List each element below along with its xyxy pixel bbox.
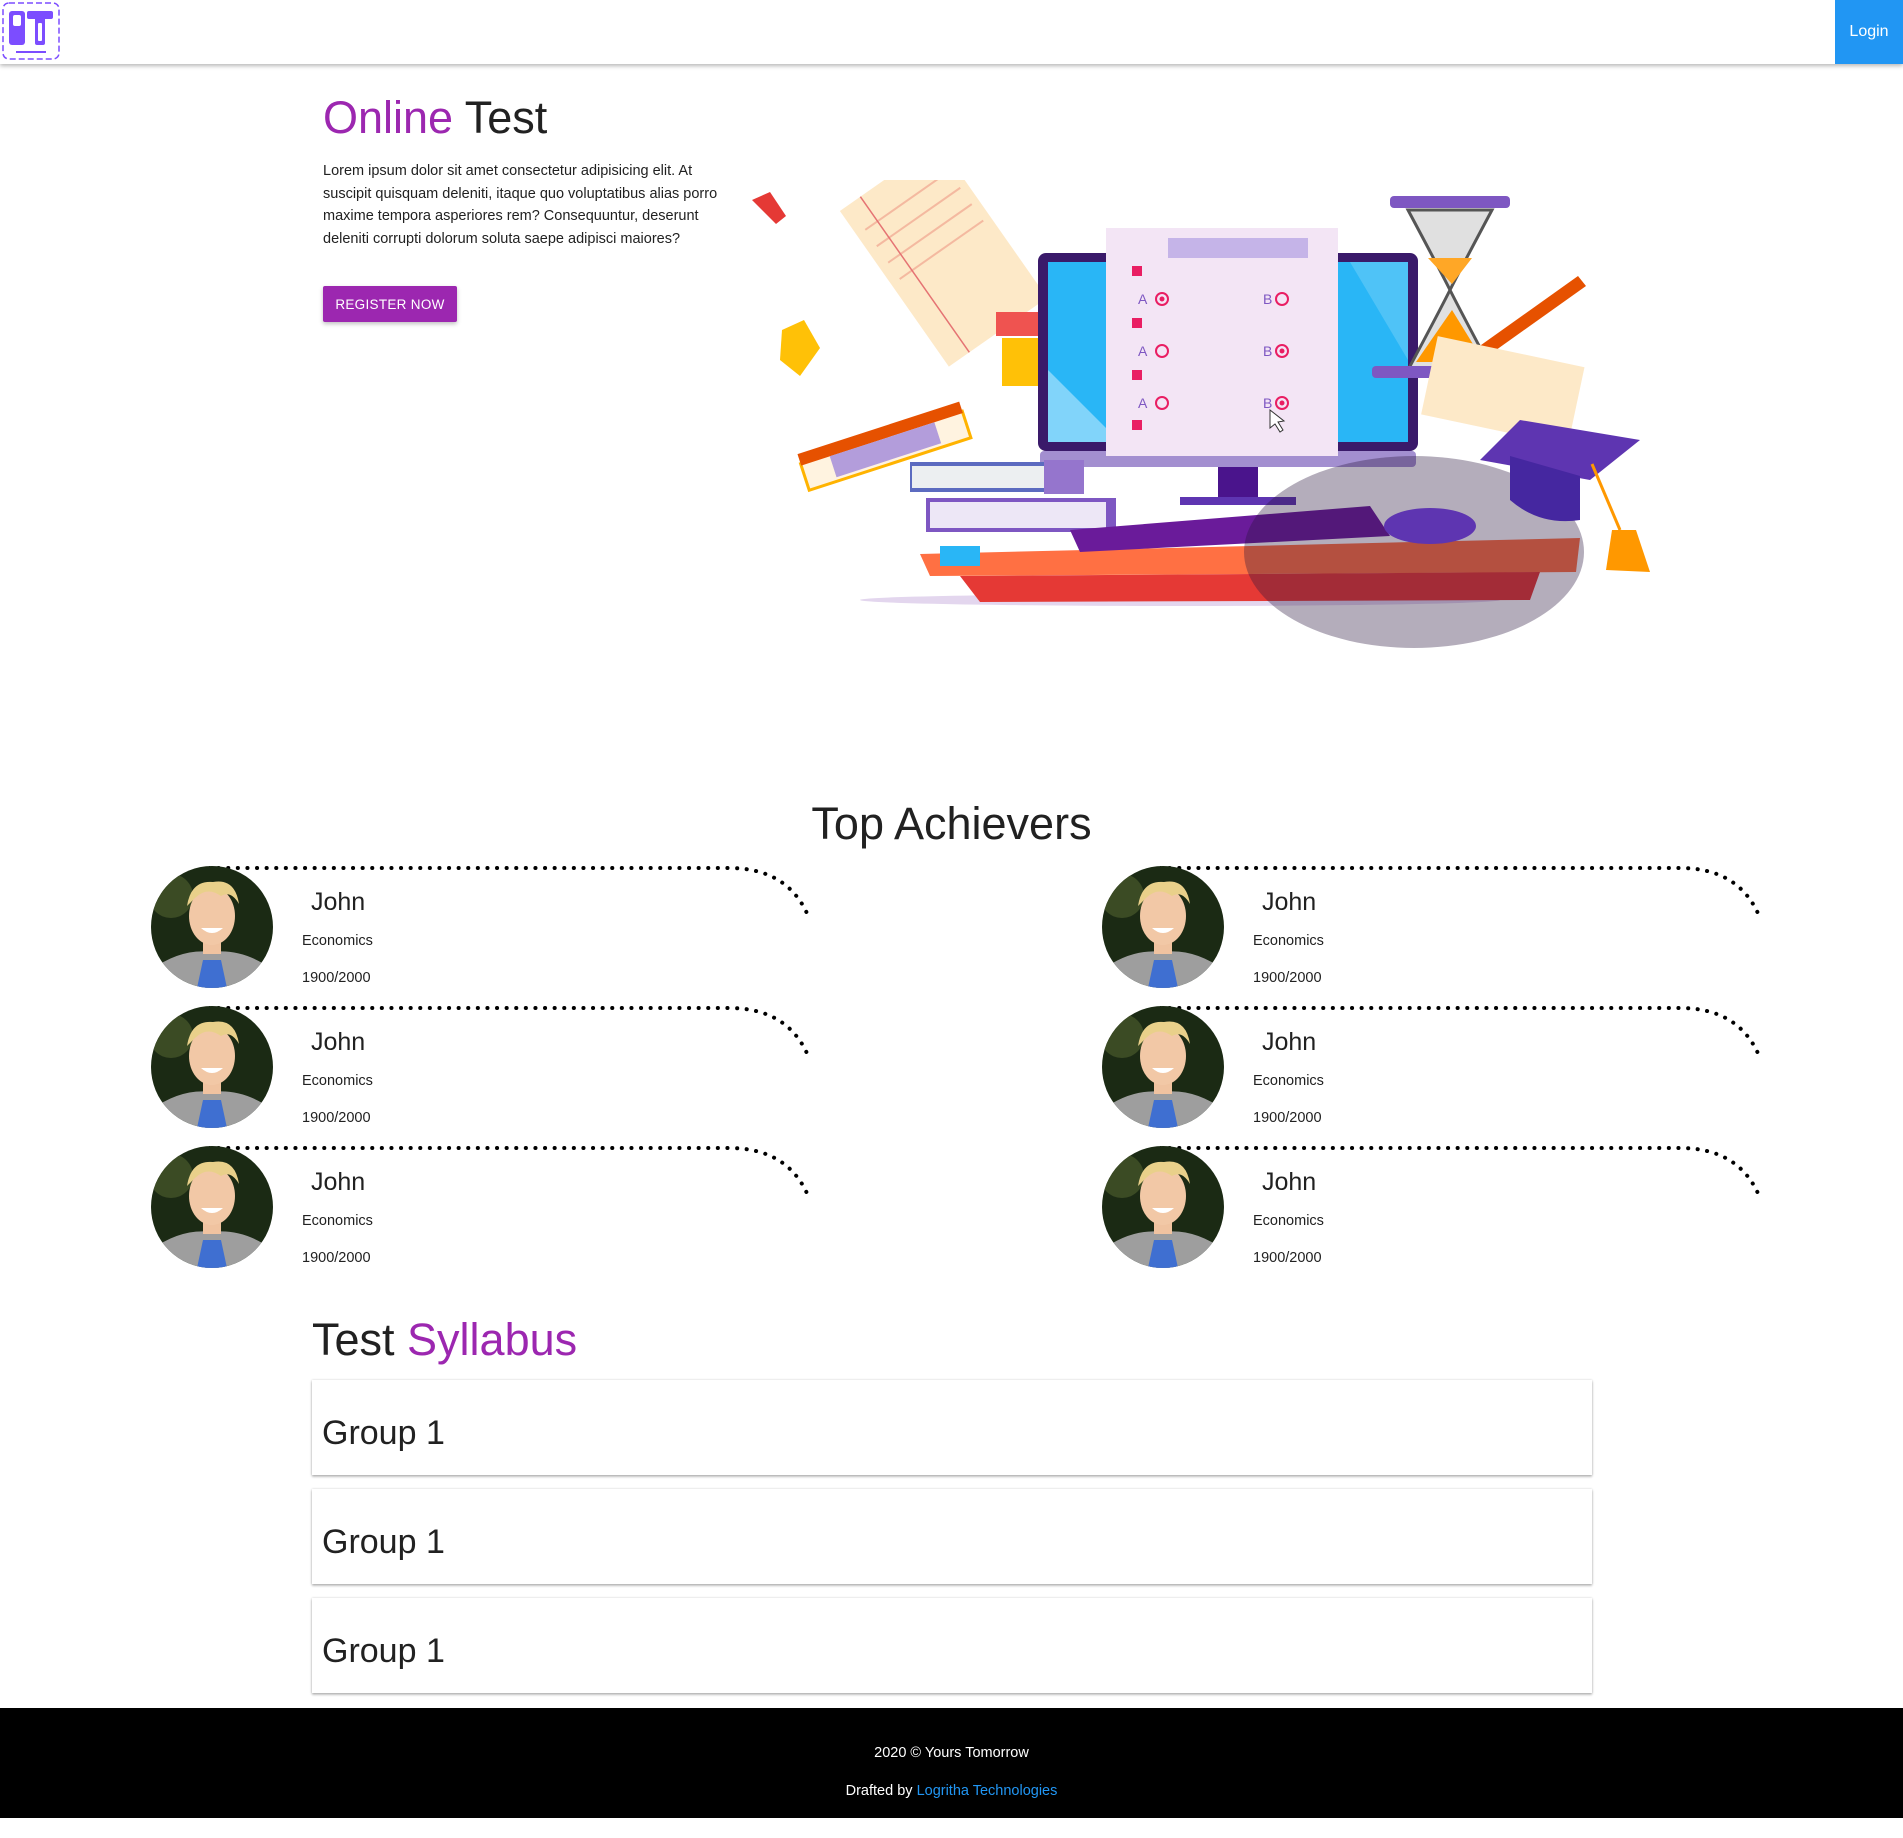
syllabus-group-card[interactable]: Group 1 — [312, 1598, 1592, 1693]
achiever-subject: Economics — [1253, 1213, 1324, 1229]
achiever-card: John Economics 1900/2000 — [1102, 1002, 1762, 1142]
achiever-score: 1900/2000 — [302, 1110, 371, 1126]
hero-title-rest: Test — [464, 92, 548, 143]
syllabus-group-card[interactable]: Group 1 — [312, 1380, 1592, 1475]
achiever-score: 1900/2000 — [1253, 1250, 1322, 1266]
footer-drafted-prefix: Drafted by — [845, 1783, 913, 1799]
achiever-name: John — [1262, 1168, 1317, 1196]
achiever-card: John Economics 1900/2000 — [151, 1142, 811, 1282]
syllabus-title-first: Test — [312, 1314, 395, 1365]
navbar: Login — [0, 0, 1903, 64]
syllabus-title-accent: Syllabus — [407, 1314, 578, 1365]
footer-drafted-by: Drafted by Logritha Technologies — [0, 1783, 1903, 1799]
hero-title-accent: Online — [323, 92, 454, 143]
dotted-arc — [209, 1006, 811, 1060]
quiz-option-label: A — [1138, 395, 1148, 411]
achiever-card: John Economics 1900/2000 — [1102, 1142, 1762, 1282]
quiz-option-label: A — [1138, 291, 1148, 307]
hero-description: Lorem ipsum dolor sit amet consectetur a… — [323, 163, 718, 247]
achiever-name: John — [1262, 1028, 1317, 1056]
quiz-option-label: A — [1138, 343, 1148, 359]
dotted-arc — [1160, 1006, 1762, 1060]
quiz-option-label: B — [1263, 395, 1272, 411]
achiever-avatar — [1102, 1006, 1224, 1128]
achiever-subject: Economics — [302, 1213, 373, 1229]
achiever-card: John Economics 1900/2000 — [151, 1002, 811, 1142]
achiever-subject: Economics — [302, 1073, 373, 1089]
dotted-arc — [209, 866, 811, 920]
syllabus-group-title: Group 1 — [322, 1414, 445, 1452]
quiz-option-label: B — [1263, 291, 1272, 307]
achiever-score: 1900/2000 — [302, 1250, 371, 1266]
achiever-subject: Economics — [1253, 933, 1324, 949]
syllabus-group-title: Group 1 — [322, 1632, 445, 1670]
achiever-subject: Economics — [1253, 1073, 1324, 1089]
test-syllabus-title: Test Syllabus — [312, 1314, 577, 1366]
achiever-subject: Economics — [302, 933, 373, 949]
register-now-button[interactable]: REGISTER NOW — [323, 286, 457, 322]
dotted-arc — [1160, 866, 1762, 920]
online-test-illustration: A B A B A B — [752, 180, 1650, 648]
achiever-score: 1900/2000 — [1253, 970, 1322, 986]
achiever-avatar — [1102, 866, 1224, 988]
syllabus-group-title: Group 1 — [322, 1523, 445, 1561]
dotted-arc — [209, 1146, 811, 1200]
achiever-name: John — [1262, 888, 1317, 916]
hero-title: Online Test — [323, 92, 547, 144]
achiever-avatar — [151, 1006, 273, 1128]
footer-copyright: 2020 © Yours Tomorrow — [874, 1745, 1029, 1761]
achiever-score: 1900/2000 — [1253, 1110, 1322, 1126]
login-button[interactable]: Login — [1835, 0, 1903, 64]
quiz-option-label: B — [1263, 343, 1272, 359]
achiever-score: 1900/2000 — [302, 970, 371, 986]
dotted-arc — [1160, 1146, 1762, 1200]
achiever-name: John — [311, 1028, 366, 1056]
footer-company-link[interactable]: Logritha Technologies — [917, 1783, 1058, 1799]
achiever-avatar — [1102, 1146, 1224, 1268]
achiever-avatar — [151, 866, 273, 988]
achiever-card: John Economics 1900/2000 — [151, 862, 811, 1002]
achiever-name: John — [311, 888, 366, 916]
achiever-card: John Economics 1900/2000 — [1102, 862, 1762, 1002]
achiever-name: John — [311, 1168, 366, 1196]
top-achievers-title: Top Achievers — [811, 798, 1092, 849]
footer: 2020 © Yours Tomorrow Drafted by Logrith… — [0, 1708, 1903, 1818]
yours-tomorrow-logo[interactable] — [2, 2, 60, 60]
achiever-avatar — [151, 1146, 273, 1268]
syllabus-group-card[interactable]: Group 1 — [312, 1489, 1592, 1584]
